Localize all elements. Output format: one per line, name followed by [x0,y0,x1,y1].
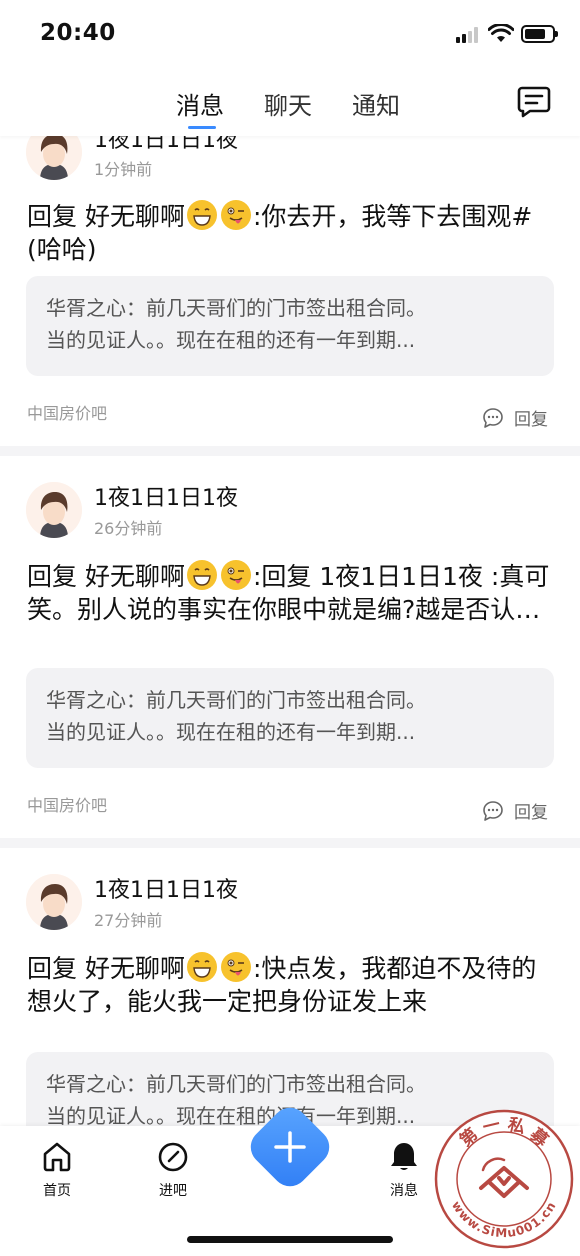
battery-icon [521,25,558,43]
status-bar: 20:40 [0,0,580,68]
post-fab-button[interactable] [247,1104,333,1190]
watermark-seal-logo: 第 一 私 募 www.SiMu001.cn [434,1109,574,1249]
time-ago: 26分钟前 [94,519,163,538]
grinning-emoji-icon [186,952,217,982]
winking-tongue-emoji-icon [220,952,251,982]
message-feed[interactable]: 1夜1日1日1夜 1分钟前 回复 好无聊啊:你去开，我等下去围观#(哈哈) 华胥… [0,136,580,1126]
username[interactable]: 1夜1日1日1夜 [94,136,238,154]
quote-line-2: 当的见证人。。现在在租的还有一年到期... [46,328,416,352]
cellular-signal-icon [456,27,482,43]
avatar[interactable] [26,136,82,180]
quoted-post[interactable]: 华胥之心：前几天哥们的门市签出租合同。 当的见证人。。现在在租的还有一年到期..… [26,668,554,768]
winking-tongue-emoji-icon [220,560,251,590]
reply-button[interactable]: 回复 [482,405,548,430]
feed-item[interactable]: 1夜1日1日1夜 27分钟前 回复 好无聊啊:快点发，我都迫不及待的想火了，能火… [0,848,580,1126]
bell-icon [391,1143,417,1170]
nav-messages[interactable]: 消息 [364,1140,444,1200]
tab-messages[interactable]: 消息 [176,86,224,121]
nav-enter-forum[interactable]: 进吧 [133,1140,213,1200]
winking-tongue-emoji-icon [220,200,251,230]
quoted-post[interactable]: 华胥之心：前几天哥们的门市签出租合同。 当的见证人。。现在在租的还有一年到期..… [26,276,554,376]
reply-label: 回复 [514,410,548,430]
active-tab-indicator [188,126,216,129]
compass-icon [158,1142,188,1172]
tab-chat[interactable]: 聊天 [264,86,312,121]
username[interactable]: 1夜1日1日1夜 [94,872,238,904]
home-icon [43,1142,71,1172]
wifi-icon [488,24,514,42]
comment-icon [483,800,503,821]
reply-prefix: 回复 好无聊啊 [27,202,185,231]
screen: 20:40 消息 聊天 通知 1夜1日1日1夜 1分钟前 回复 好无聊啊:你去… [0,0,580,1256]
reply-content: 回复 好无聊啊:回复 1夜1日1日1夜 :真可笑。别人说的事实在你眼中就是编?越… [27,560,555,626]
avatar[interactable] [26,874,82,930]
reply-prefix: 回复 好无聊啊 [27,954,185,983]
quote-line-1: 华胥之心：前几天哥们的门市签出租合同。 [46,296,426,320]
forum-name[interactable]: 中国房价吧 [27,400,107,424]
quote-line-1: 华胥之心：前几天哥们的门市签出租合同。 [46,1072,426,1096]
reply-button[interactable]: 回复 [482,798,548,823]
reply-prefix: 回复 好无聊啊 [27,562,185,591]
avatar[interactable] [26,482,82,538]
feed-item[interactable]: 1夜1日1日1夜 1分钟前 回复 好无聊啊:你去开，我等下去围观#(哈哈) 华胥… [0,136,580,446]
reply-content: 回复 好无聊啊:你去开，我等下去围观#(哈哈) [27,200,555,266]
comment-icon [483,407,503,428]
nav-home[interactable]: 首页 [17,1140,97,1200]
nav-messages-label: 消息 [390,1183,418,1199]
nav-home-label: 首页 [43,1183,71,1199]
feed-item[interactable]: 1夜1日1日1夜 26分钟前 回复 好无聊啊:回复 1夜1日1日1夜 :真可笑。… [0,456,580,838]
tab-notifications[interactable]: 通知 [352,86,400,121]
forum-name[interactable]: 中国房价吧 [27,792,107,816]
username[interactable]: 1夜1日1日1夜 [94,480,238,512]
time-ago: 1分钟前 [94,160,153,179]
compose-icon[interactable] [516,84,552,118]
quote-line-2: 当的见证人。。现在在租的还有一年到期... [46,720,416,744]
time-ago: 27分钟前 [94,911,163,930]
grinning-emoji-icon [186,560,217,590]
grinning-emoji-icon [186,200,217,230]
quote-line-1: 华胥之心：前几天哥们的门市签出租合同。 [46,688,426,712]
status-time: 20:40 [40,20,116,46]
home-indicator [187,1236,393,1243]
reply-label: 回复 [514,803,548,823]
reply-content: 回复 好无聊啊:快点发，我都迫不及待的想火了，能火我一定把身份证发上来 [27,952,555,1018]
top-tab-bar: 消息 聊天 通知 [0,68,580,136]
nav-enter-forum-label: 进吧 [159,1183,187,1199]
